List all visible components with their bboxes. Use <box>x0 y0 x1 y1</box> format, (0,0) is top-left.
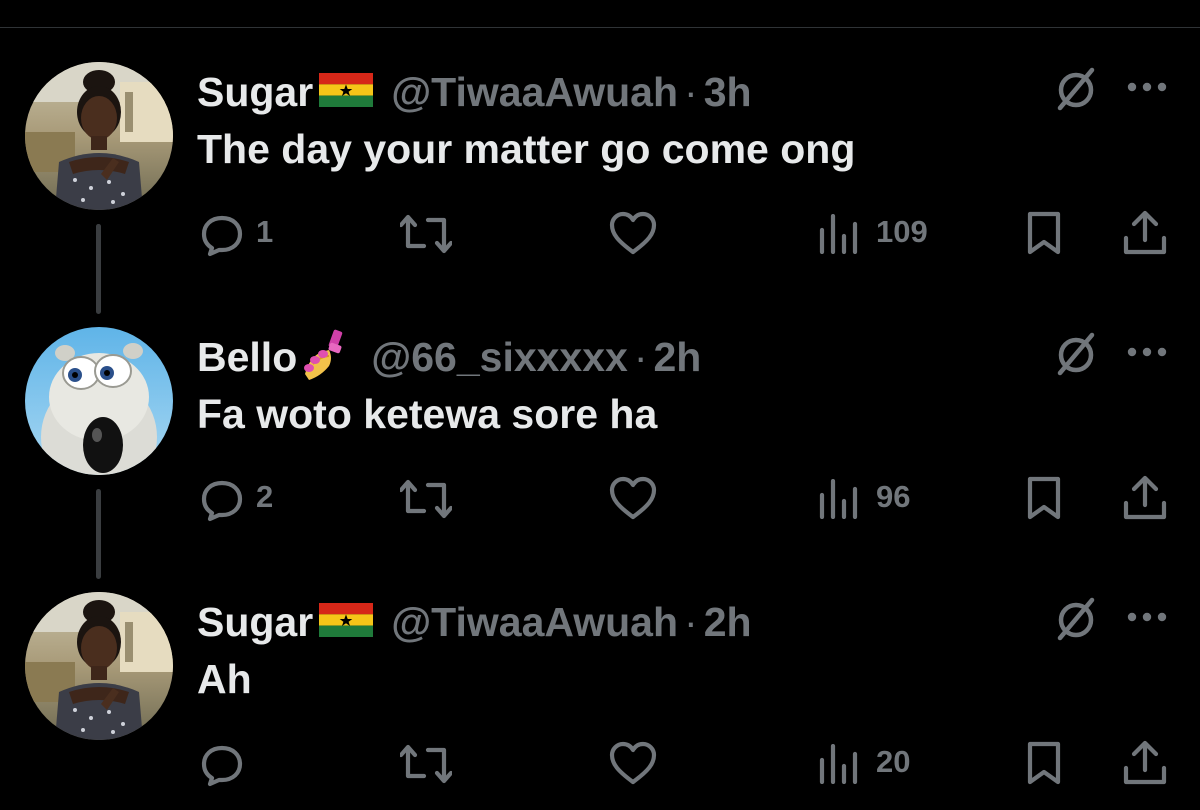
views-count: 96 <box>876 479 911 514</box>
avatar[interactable] <box>25 327 173 475</box>
top-divider <box>0 27 1200 28</box>
retweet-icon[interactable] <box>400 477 452 521</box>
avatar[interactable] <box>25 62 173 210</box>
tweet-2[interactable]: Bello @66_sixxxxx · 2h Fa woto ketewa so… <box>0 224 1200 587</box>
tweet-3[interactable]: Sugar @TiwaaAwuah · 2h Ah 20 <box>0 592 1200 810</box>
tweet-header: Sugar @TiwaaAwuah · 3h <box>197 62 752 122</box>
views-count: 20 <box>876 744 911 779</box>
retweet-icon[interactable] <box>400 742 452 786</box>
thread-line <box>96 489 101 579</box>
separator-dot: · <box>684 68 698 115</box>
like-icon[interactable] <box>608 210 658 256</box>
share-icon[interactable] <box>1122 475 1168 521</box>
reply-count: 1 <box>256 214 274 249</box>
tweet-header: Bello @66_sixxxxx · 2h <box>197 327 701 387</box>
tweet-1[interactable]: Sugar @TiwaaAwuah · 3h The day your matt… <box>0 62 1200 322</box>
display-name[interactable]: Bello <box>197 334 297 381</box>
bookmark-icon[interactable] <box>1026 475 1062 521</box>
bookmark-icon[interactable] <box>1026 740 1062 786</box>
grok-icon[interactable] <box>1052 329 1100 377</box>
tweet-text: Fa woto ketewa sore ha <box>197 391 658 437</box>
more-options-icon[interactable] <box>1125 609 1169 625</box>
handle[interactable]: @TiwaaAwuah <box>391 69 678 116</box>
like-icon[interactable] <box>608 475 658 521</box>
like-icon[interactable] <box>608 740 658 786</box>
avatar[interactable] <box>25 592 173 740</box>
tweet-text: Ah <box>197 656 252 702</box>
reply-icon[interactable] <box>198 475 246 523</box>
views-icon[interactable] <box>818 479 860 519</box>
reply-icon[interactable] <box>198 740 246 788</box>
share-icon[interactable] <box>1122 210 1168 256</box>
retweet-icon[interactable] <box>400 212 452 256</box>
display-name[interactable]: Sugar <box>197 599 313 646</box>
tweet-header: Sugar @TiwaaAwuah · 2h <box>197 592 752 652</box>
handle[interactable]: @TiwaaAwuah <box>391 599 678 646</box>
timestamp[interactable]: 2h <box>654 334 702 381</box>
reply-icon[interactable] <box>198 210 246 258</box>
handle[interactable]: @66_sixxxxx <box>371 334 628 381</box>
separator-dot: · <box>633 333 648 380</box>
display-name[interactable]: Sugar <box>197 69 313 116</box>
share-icon[interactable] <box>1122 740 1168 786</box>
grok-icon[interactable] <box>1052 64 1100 112</box>
nail-polish-icon <box>299 328 353 387</box>
timestamp[interactable]: 3h <box>704 69 752 116</box>
views-icon[interactable] <box>818 744 860 784</box>
views-icon[interactable] <box>818 214 860 254</box>
views-count: 109 <box>876 214 928 249</box>
ghana-flag-icon <box>319 602 374 642</box>
more-options-icon[interactable] <box>1125 79 1169 95</box>
grok-icon[interactable] <box>1052 594 1100 642</box>
ghana-flag-icon <box>319 72 374 112</box>
more-options-icon[interactable] <box>1125 344 1169 360</box>
timestamp[interactable]: 2h <box>704 599 752 646</box>
reply-count: 2 <box>256 479 274 514</box>
thread-line <box>96 224 101 314</box>
bookmark-icon[interactable] <box>1026 210 1062 256</box>
tweet-text: The day your matter go come ong <box>197 126 856 172</box>
separator-dot: · <box>684 598 698 645</box>
